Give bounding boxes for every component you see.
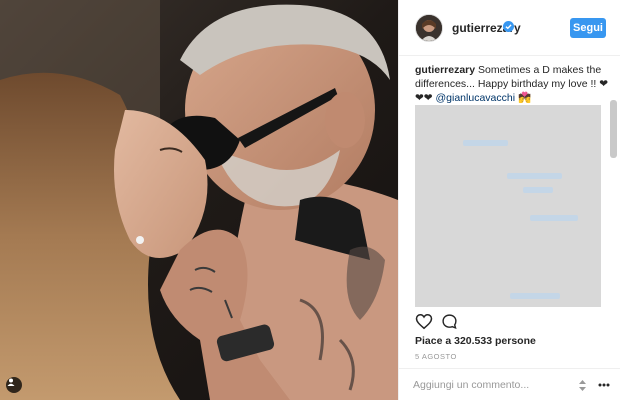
follow-button[interactable]: Segui: [570, 18, 606, 38]
caption-username[interactable]: gutierrezary: [415, 64, 475, 76]
user-tag-icon[interactable]: [6, 377, 22, 393]
caption-mention[interactable]: @gianlucavacchi: [436, 92, 516, 104]
post-date: 5 AGOSTO: [415, 352, 457, 361]
ghost-comment: [510, 293, 560, 299]
ghost-comment: [523, 187, 553, 193]
comments-list: [415, 105, 601, 307]
heart-icon[interactable]: [415, 313, 433, 330]
comment-icon[interactable]: [441, 313, 458, 330]
ghost-comment: [507, 173, 562, 179]
comment-box: [399, 368, 620, 400]
post-caption: gutierrezary Sometimes a D makes the dif…: [415, 63, 613, 105]
sort-icon[interactable]: [575, 377, 589, 393]
comment-input[interactable]: [413, 377, 563, 393]
instagram-post: gutierrezary Segui gutierrezary Sometime…: [0, 0, 620, 400]
comments-scrollbar[interactable]: [610, 100, 617, 158]
ghost-comment: [463, 140, 508, 146]
post-header: gutierrezary Segui: [399, 0, 620, 56]
ghost-comment: [530, 215, 578, 221]
post-sidebar: gutierrezary Segui gutierrezary Sometime…: [398, 0, 620, 400]
photo-illustration: [0, 0, 398, 400]
verified-icon: [503, 21, 514, 32]
caption-emoji: 💏: [515, 92, 532, 104]
avatar[interactable]: [415, 14, 443, 42]
post-photo[interactable]: [0, 0, 398, 400]
likes-count[interactable]: Piace a 320.533 persone: [415, 335, 536, 347]
more-options-icon[interactable]: [597, 377, 611, 393]
